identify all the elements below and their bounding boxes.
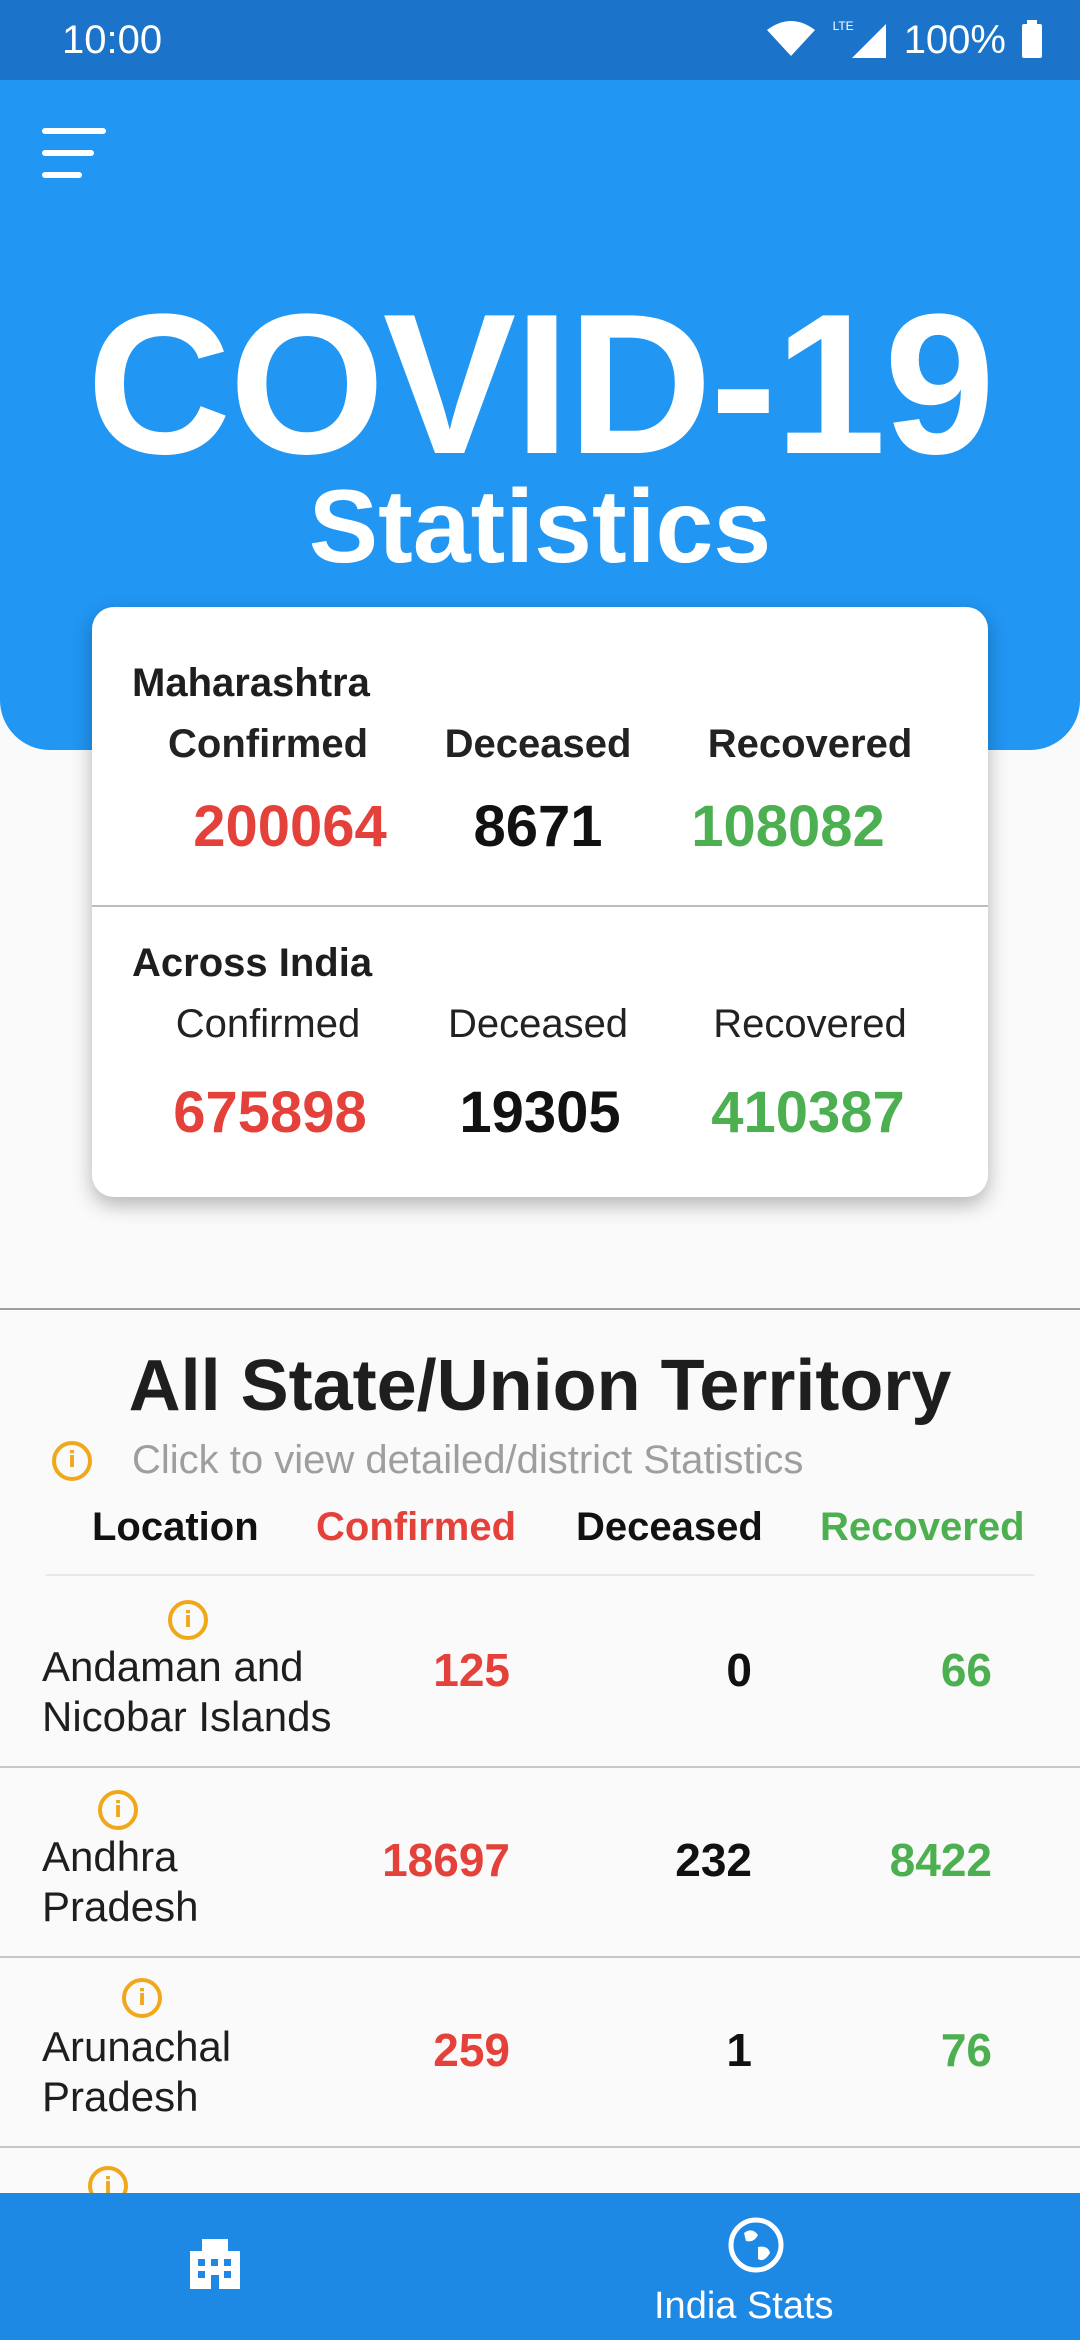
app-title: COVID-19 — [86, 273, 995, 496]
row-location: Arunachal Pradesh — [42, 2022, 231, 2122]
row-location: Andhra Pradesh — [42, 1832, 198, 1932]
app-subtitle: Statistics — [308, 469, 772, 585]
wifi-icon — [766, 21, 815, 56]
row-location: Andaman and Nicobar Islands — [42, 1642, 331, 1742]
status-bar: 10:00 LTE 100% — [0, 0, 1080, 80]
india-confirmed-value: 675898 — [173, 1080, 367, 1145]
row-location-line2: Nicobar Islands — [42, 1693, 332, 1740]
india-confirmed-label: Confirmed — [175, 1002, 361, 1046]
row-location-line2: Pradesh — [42, 2073, 199, 2120]
info-icon[interactable]: i — [122, 1978, 162, 2018]
globe-icon[interactable] — [728, 2217, 784, 2273]
nav-india-stats-label[interactable]: India Stats — [654, 2285, 1054, 2328]
row-confirmed: 18697 — [382, 1834, 510, 1886]
states-hint-text: Click to view detailed/district Statisti… — [132, 1438, 804, 1482]
state-name: Maharashtra — [132, 661, 370, 705]
info-icon[interactable]: i — [98, 1790, 138, 1830]
bottom-navigation: India Stats — [0, 2193, 1080, 2340]
states-hint: i Click to view detailed/district Statis… — [52, 1438, 803, 1483]
table-row[interactable]: i Andaman and Nicobar Islands 125 0 66 — [0, 1578, 1080, 1768]
row-deceased: 232 — [675, 1834, 752, 1886]
network-type-label: LTE — [832, 19, 854, 33]
table-row[interactable]: i Andhra Pradesh 18697 232 8422 — [0, 1768, 1080, 1958]
battery-icon — [1022, 20, 1042, 58]
column-header-confirmed[interactable]: Confirmed — [316, 1505, 516, 1550]
india-deceased-label: Deceased — [447, 1002, 629, 1046]
india-recovered-label: Recovered — [713, 1002, 907, 1046]
row-recovered: 8422 — [889, 1834, 992, 1886]
india-name: Across India — [132, 941, 373, 985]
row-location-line1: Arunachal — [42, 2023, 232, 2070]
row-location-line1: Andhra — [42, 1833, 178, 1880]
row-recovered: 76 — [940, 2024, 992, 2076]
column-header-location[interactable]: Location — [92, 1505, 259, 1550]
summary-card: Maharashtra Confirmed Deceased Recovered… — [92, 607, 988, 1197]
building-icon[interactable] — [190, 2237, 240, 2289]
status-time: 10:00 — [62, 17, 163, 62]
states-section-title: All State/Union Territory — [128, 1346, 952, 1426]
section-divider — [0, 1308, 1080, 1310]
card-divider — [92, 905, 988, 907]
status-icons: LTE 100% — [765, 18, 1042, 63]
india-recovered-value: 410387 — [711, 1080, 905, 1145]
state-recovered-label: Recovered — [707, 722, 913, 766]
menu-icon[interactable] — [42, 128, 106, 180]
row-deceased: 1 — [726, 2024, 752, 2076]
row-recovered: 66 — [940, 1644, 992, 1696]
state-deceased-label: Deceased — [444, 722, 632, 766]
state-recovered-value: 108082 — [691, 794, 885, 859]
cell-signal-icon — [851, 24, 886, 58]
row-deceased: 0 — [726, 1644, 752, 1696]
row-confirmed: 259 — [433, 2024, 510, 2076]
info-icon: i — [52, 1440, 92, 1481]
table-row[interactable]: i Arunachal Pradesh 259 1 76 — [0, 1958, 1080, 2148]
table-header-divider — [46, 1574, 1034, 1576]
column-header-recovered[interactable]: Recovered — [820, 1505, 1025, 1550]
battery-percent: 100% — [903, 17, 1006, 62]
state-confirmed-label: Confirmed — [168, 722, 368, 766]
india-deceased-value: 19305 — [459, 1080, 621, 1145]
info-icon[interactable]: i — [168, 1600, 208, 1640]
state-deceased-value: 8671 — [473, 794, 603, 859]
row-confirmed: 125 — [433, 1644, 510, 1696]
row-location-line1: Andaman and — [42, 1643, 304, 1690]
state-confirmed-value: 200064 — [193, 794, 387, 859]
row-location-line2: Pradesh — [42, 1883, 199, 1930]
column-header-deceased[interactable]: Deceased — [576, 1505, 763, 1550]
